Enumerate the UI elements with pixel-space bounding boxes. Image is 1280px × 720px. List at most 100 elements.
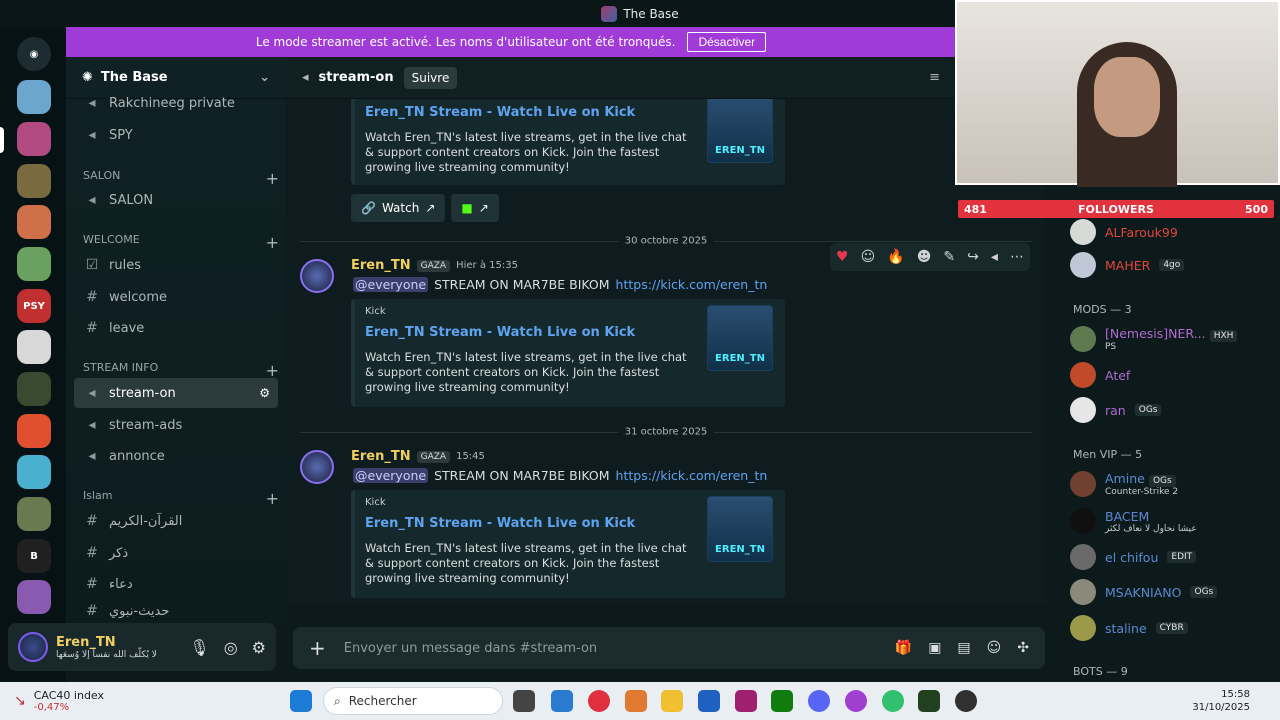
server-icon[interactable]	[17, 372, 51, 406]
microphone-icon[interactable]: 🎙	[189, 638, 209, 657]
add-reaction-icon[interactable]: ☻	[917, 249, 932, 265]
channel-item[interactable]: # leave	[74, 313, 278, 343]
fire-reaction-icon[interactable]: 🔥	[887, 249, 904, 265]
headphones-icon[interactable]: ◎	[224, 638, 238, 657]
message-author[interactable]: Eren_TN	[351, 258, 411, 273]
avatar[interactable]	[300, 450, 334, 484]
discord-home-icon[interactable]: ◉	[17, 37, 51, 71]
member-item[interactable]: BACEM عيشا نحاول لا نعاف لكثر	[1070, 504, 1276, 538]
channel-item[interactable]: # حديث-نبوي	[74, 600, 278, 622]
copilot-icon[interactable]	[625, 690, 647, 712]
member-item[interactable]: ALFarouk99	[1070, 215, 1276, 249]
megaphone-icon[interactable]: ◂	[991, 249, 998, 265]
gif-icon[interactable]: ▣	[928, 640, 941, 656]
channel-item-stream-on[interactable]: ◂ stream-on ⚙	[74, 378, 278, 408]
obs-icon[interactable]	[955, 690, 977, 712]
file-explorer-icon[interactable]	[661, 690, 683, 712]
mention[interactable]: @everyone	[353, 277, 429, 292]
disable-streamer-mode-button[interactable]: Désactiver	[687, 32, 767, 52]
message-link[interactable]: https://kick.com/eren_tn	[616, 468, 768, 483]
member-item[interactable]: el chifou EDIT	[1070, 540, 1276, 574]
active-server-pill	[0, 127, 4, 153]
channel-item[interactable]: # welcome	[74, 282, 278, 312]
windows-start-icon[interactable]	[290, 690, 312, 712]
taskbar-search[interactable]: ⌕ Rechercher	[323, 687, 503, 715]
apps-icon[interactable]: ✣	[1017, 640, 1029, 656]
embed-title[interactable]: Eren_TN Stream - Watch Live on Kick	[365, 105, 635, 120]
embed-provider[interactable]: Kick	[365, 497, 386, 508]
forward-icon[interactable]: ↪	[967, 249, 979, 265]
message-input[interactable]	[343, 640, 877, 656]
channel-item[interactable]: ◂ Rakchineeg private	[74, 89, 278, 117]
store-icon[interactable]	[698, 690, 720, 712]
chevron-down-icon[interactable]: ⌄	[259, 70, 270, 85]
settings-icon[interactable]: ⚙	[259, 386, 270, 400]
server-icon[interactable]	[17, 164, 51, 198]
member-item[interactable]: Atef	[1070, 358, 1276, 392]
guild-tag[interactable]: GAZA	[416, 259, 451, 272]
clock[interactable]: 15:58 31/10/2025	[1192, 688, 1250, 714]
discord-icon[interactable]	[808, 690, 830, 712]
server-icon[interactable]	[17, 497, 51, 531]
gear-icon[interactable]: ⚙	[252, 638, 266, 657]
embed-title[interactable]: Eren_TN Stream - Watch Live on Kick	[365, 516, 635, 531]
embed-thumbnail[interactable]: EREN_TN	[707, 99, 773, 163]
app-icon[interactable]	[918, 690, 940, 712]
laugh-reaction-icon[interactable]: ☺	[861, 249, 876, 265]
opera-gx-icon[interactable]	[845, 690, 867, 712]
server-icon[interactable]	[17, 80, 51, 114]
member-item[interactable]: staline CYBR	[1070, 611, 1276, 645]
channel-item[interactable]: ◂ stream-ads	[74, 410, 278, 440]
app-icon[interactable]	[551, 690, 573, 712]
member-item[interactable]: [Nemesis]NER... HXH PS	[1070, 322, 1276, 356]
sticker-icon[interactable]: ▤	[957, 640, 970, 656]
member-item[interactable]: ran OGs	[1070, 393, 1276, 427]
embed-title[interactable]: Eren_TN Stream - Watch Live on Kick	[365, 325, 635, 340]
more-icon[interactable]: ⋯	[1010, 249, 1024, 265]
task-view-icon[interactable]	[513, 690, 535, 712]
stock-widget[interactable]: ↘ CAC40 index -0,47%	[14, 689, 104, 713]
channel-item[interactable]: ◂ annonce	[74, 441, 278, 471]
channel-item[interactable]: ◂ SPY	[74, 120, 278, 150]
member-item[interactable]: MAHER 4go	[1070, 248, 1276, 282]
app-icon[interactable]	[735, 690, 757, 712]
embed-thumbnail[interactable]: EREN_TN	[707, 305, 773, 371]
watch-button[interactable]: 🔗 Watch ↗	[351, 194, 446, 222]
server-icon[interactable]	[17, 455, 51, 489]
message-author[interactable]: Eren_TN	[351, 449, 411, 464]
server-icon[interactable]	[17, 247, 51, 281]
emoji-icon[interactable]: ☺	[987, 640, 1002, 656]
app-icon[interactable]	[882, 690, 904, 712]
rules-icon: ☑	[85, 257, 99, 273]
channel-item[interactable]: # ذكر	[74, 538, 278, 568]
channel-item[interactable]: # دعاء	[74, 569, 278, 599]
server-icon[interactable]: B	[17, 539, 51, 573]
server-icon[interactable]	[17, 330, 51, 364]
embed-thumbnail[interactable]: EREN_TN	[707, 496, 773, 562]
member-item[interactable]: Amine OGs Counter-Strike 2	[1070, 467, 1276, 501]
add-attachment-icon[interactable]: +	[309, 636, 326, 660]
member-item[interactable]: MSAKNIANO OGs	[1070, 575, 1276, 609]
opera-icon[interactable]	[588, 690, 610, 712]
embed-provider[interactable]: Kick	[365, 306, 386, 317]
guild-tag[interactable]: GAZA	[416, 450, 451, 463]
xbox-icon[interactable]	[771, 690, 793, 712]
kick-button[interactable]: ■ ↗	[451, 194, 499, 222]
server-icon[interactable]	[17, 205, 51, 239]
mention[interactable]: @everyone	[353, 468, 429, 483]
threads-icon[interactable]: ≡	[929, 70, 940, 85]
server-icon[interactable]	[17, 122, 51, 156]
channel-item[interactable]: # القرآن-الكريم	[74, 506, 278, 536]
server-icon[interactable]	[17, 414, 51, 448]
server-icon[interactable]	[17, 580, 51, 614]
avatar[interactable]	[18, 632, 48, 662]
follow-button[interactable]: Suivre	[403, 66, 458, 89]
channel-item[interactable]: ◂ SALON	[74, 185, 278, 215]
heart-reaction-icon[interactable]: ♥	[836, 249, 849, 265]
edit-icon[interactable]: ✎	[943, 249, 955, 265]
channel-item[interactable]: ☑ rules	[74, 250, 278, 280]
gift-icon[interactable]: 🎁	[895, 640, 912, 656]
avatar[interactable]	[300, 259, 334, 293]
server-icon[interactable]: PSY	[17, 289, 51, 323]
message-link[interactable]: https://kick.com/eren_tn	[616, 277, 768, 292]
